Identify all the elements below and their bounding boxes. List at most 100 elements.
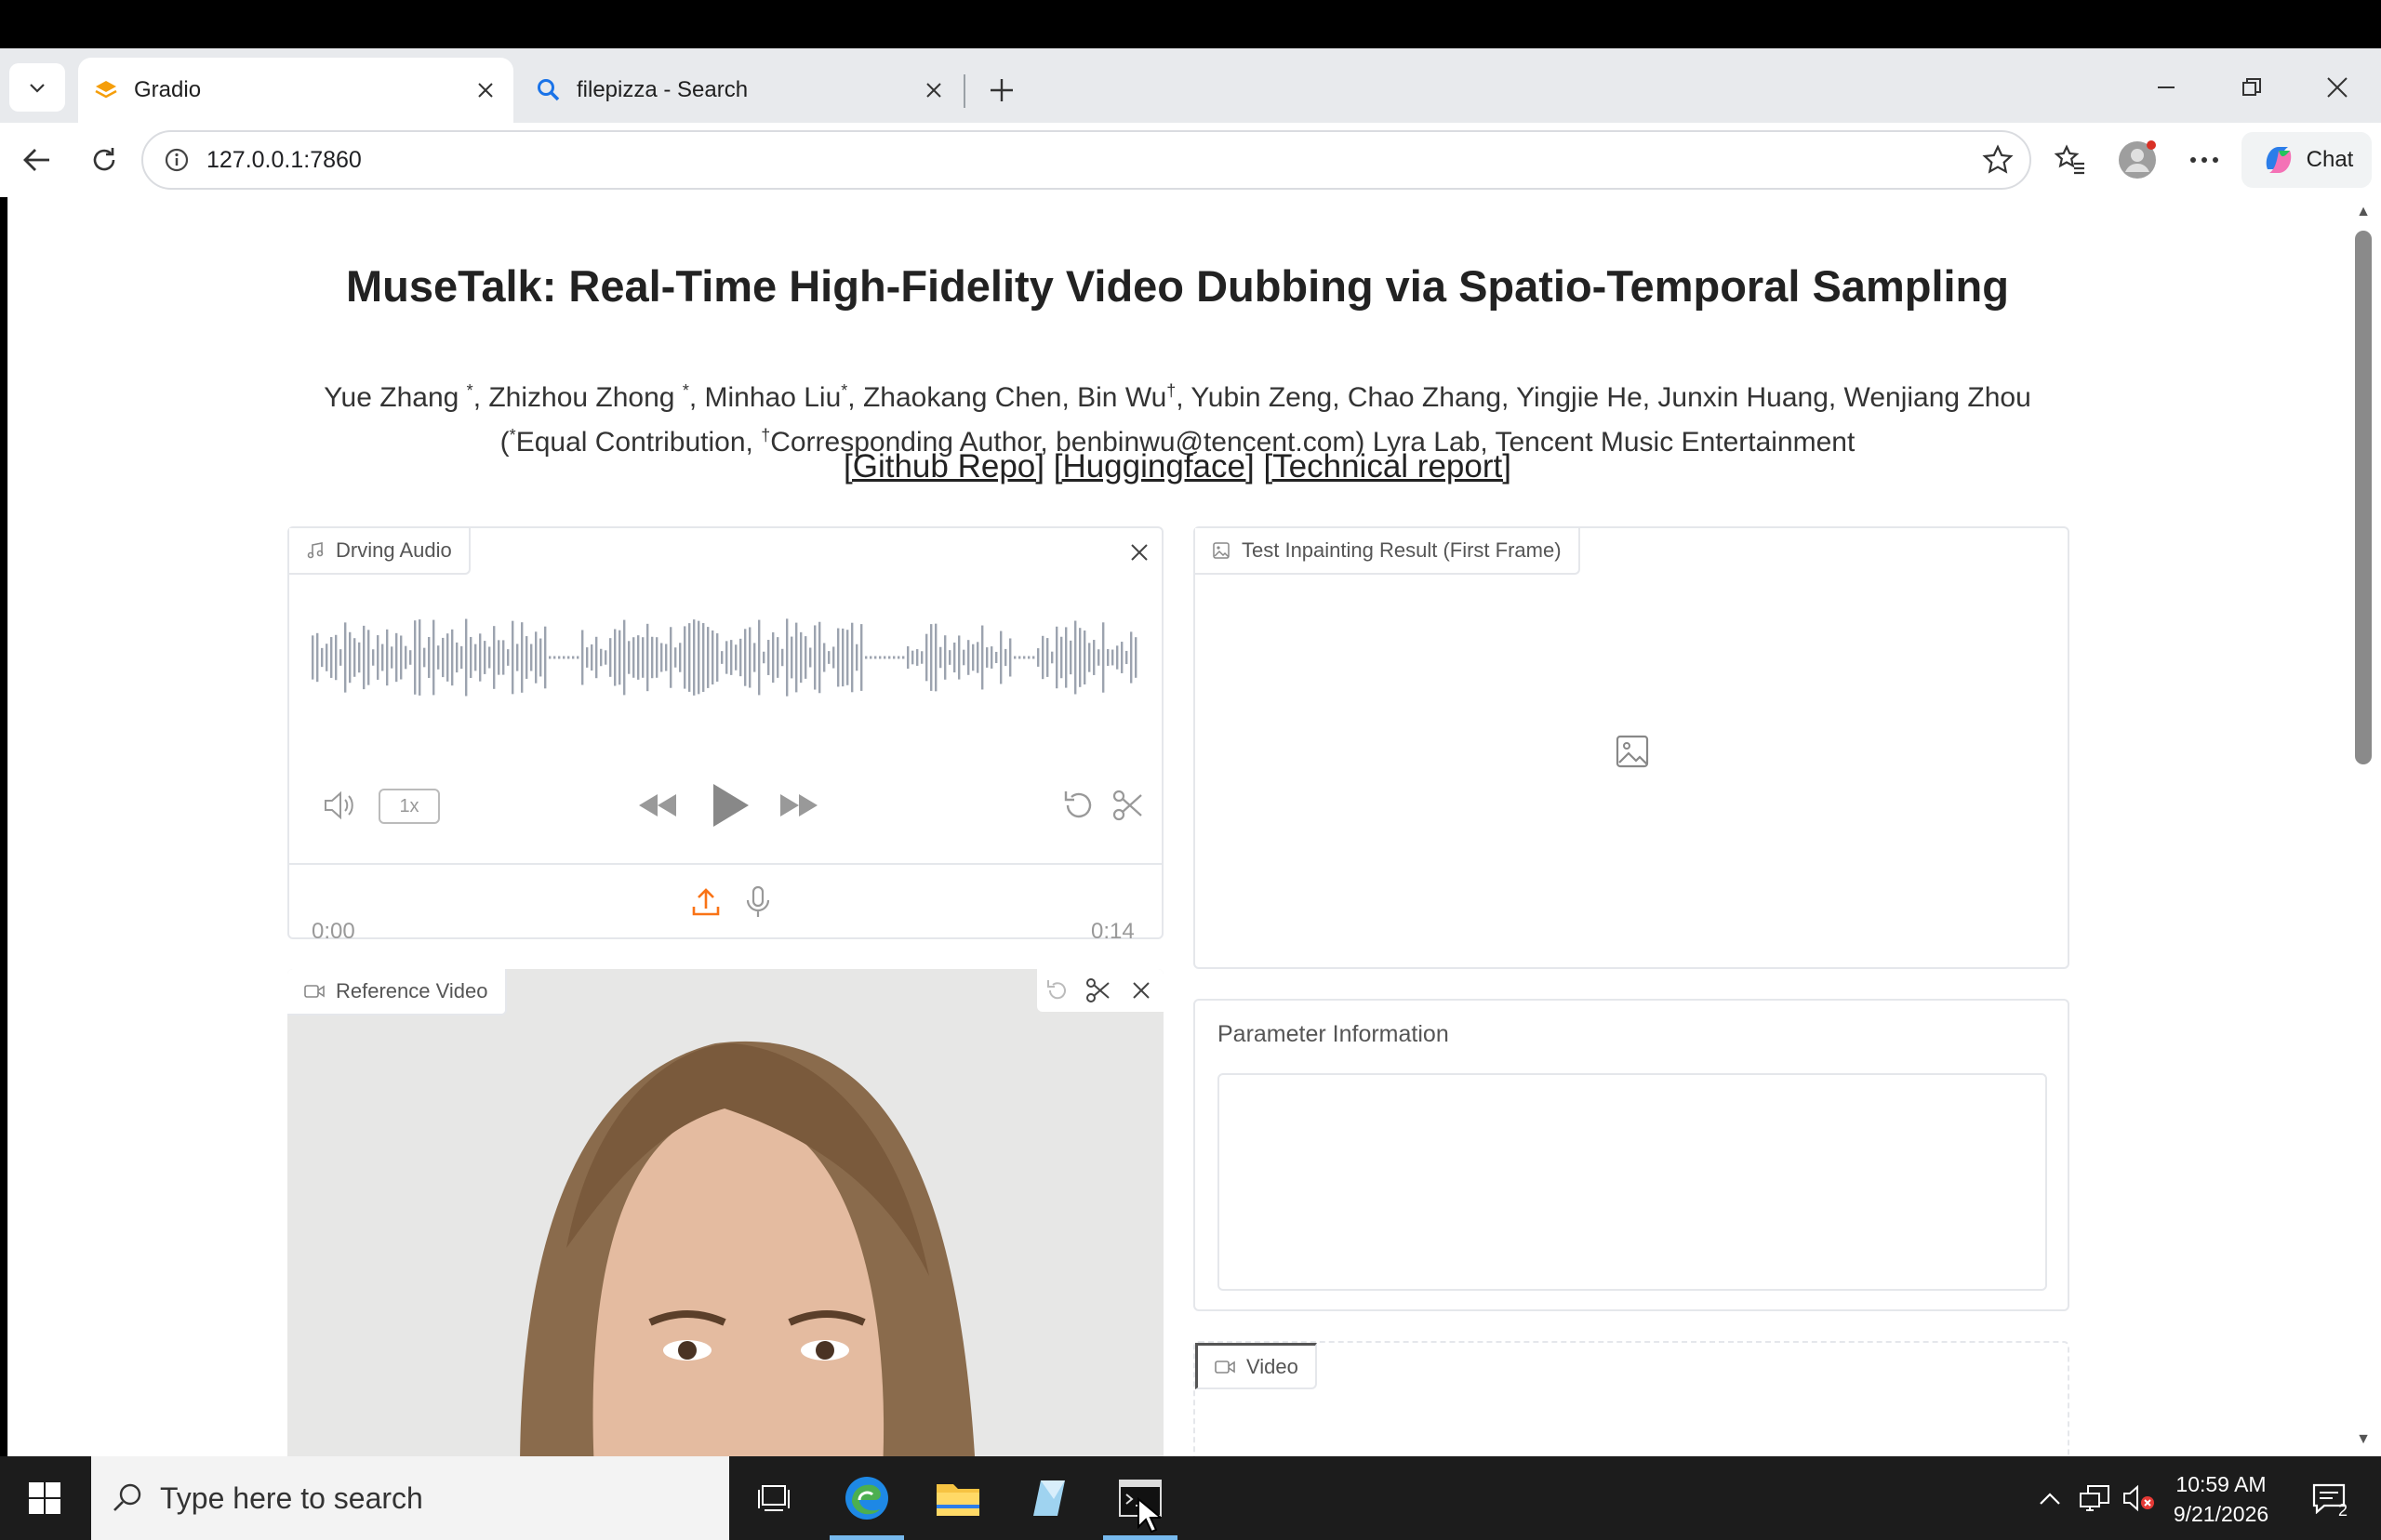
video-undo-button[interactable] — [1037, 970, 1078, 1011]
audio-waveform[interactable] — [312, 606, 1139, 709]
waveform-bar — [326, 644, 328, 671]
tab-filepizza-search[interactable]: filepizza - Search — [521, 58, 962, 123]
waveform-bar — [423, 647, 426, 668]
copilot-chat-button[interactable]: Chat — [2241, 132, 2372, 188]
profile-button[interactable] — [2111, 134, 2163, 186]
waveform-bar — [1070, 640, 1072, 675]
windows-logo-icon — [29, 1482, 60, 1514]
waveform-bar — [367, 630, 370, 685]
inpaint-label-text: Test Inpainting Result (First Frame) — [1242, 538, 1562, 562]
close-tab-icon[interactable] — [467, 72, 504, 109]
waveform-bar — [456, 642, 459, 673]
task-view-button[interactable] — [729, 1456, 818, 1540]
settings-more-button[interactable] — [2178, 134, 2230, 186]
plus-icon — [991, 79, 1013, 101]
action-center-button[interactable]: 2 — [2303, 1456, 2355, 1540]
waveform-bar — [609, 638, 612, 677]
mouse-cursor-icon — [1137, 1497, 1161, 1533]
waveform-bar — [1032, 656, 1035, 659]
address-bar[interactable]: 127.0.0.1:7860 — [141, 130, 2031, 190]
waveform-bar — [498, 640, 500, 675]
more-horizontal-icon — [2190, 157, 2218, 163]
waveform-bar — [818, 621, 821, 694]
play-button[interactable] — [704, 779, 756, 831]
favorites-button[interactable] — [2044, 134, 2096, 186]
restore-button[interactable] — [2210, 63, 2294, 112]
waveform-bar — [832, 646, 835, 669]
fast-forward-icon — [780, 794, 818, 816]
parameter-information-textbox[interactable] — [1217, 1073, 2047, 1291]
favorite-star-icon[interactable] — [1977, 139, 2018, 180]
taskbar-file-explorer[interactable] — [913, 1456, 1003, 1540]
waveform-bar — [381, 644, 384, 671]
taskbar-app[interactable] — [1004, 1456, 1094, 1540]
record-audio-button[interactable] — [738, 882, 778, 923]
volume-button[interactable] — [319, 785, 360, 826]
chevron-down-icon — [30, 84, 45, 93]
waveform-bar — [879, 656, 882, 659]
scrollbar-thumb[interactable] — [2355, 231, 2372, 764]
waveform-bar — [488, 646, 491, 669]
trim-button[interactable] — [1108, 785, 1149, 826]
tab-title: filepizza - Search — [577, 77, 749, 102]
waveform-bar — [1042, 635, 1044, 680]
waveform-bar — [1084, 630, 1086, 685]
waveform-bar — [525, 636, 528, 679]
waveform-bar — [1004, 648, 1007, 667]
volume-tray-button[interactable] — [2121, 1456, 2158, 1540]
huggingface-link[interactable]: [Huggingface] — [1054, 448, 1255, 485]
waveform-bar — [344, 622, 347, 693]
tab-title: Gradio — [134, 77, 202, 102]
minimize-button[interactable] — [2124, 63, 2208, 112]
technical-report-link[interactable]: [Technical report] — [1263, 448, 1511, 485]
rewind-button[interactable] — [637, 785, 678, 826]
waveform-bar — [507, 649, 510, 666]
show-hidden-icons-button[interactable] — [2033, 1456, 2067, 1540]
upload-audio-button[interactable] — [685, 882, 726, 923]
waveform-bar — [1107, 649, 1110, 666]
waveform-bar — [935, 623, 938, 692]
waveform-bar — [1028, 656, 1031, 659]
waveform-bar — [995, 651, 998, 664]
waveform-bar — [479, 633, 482, 682]
scroll-down-arrow-icon[interactable]: ▼ — [2354, 1430, 2373, 1449]
close-tab-icon[interactable] — [915, 72, 952, 109]
reference-video-frame[interactable] — [287, 969, 1164, 1456]
undo-button[interactable] — [1057, 785, 1098, 826]
network-tray-button[interactable] — [2076, 1456, 2113, 1540]
tab-list-button[interactable] — [9, 63, 65, 112]
scroll-up-arrow-icon[interactable]: ▲ — [2354, 203, 2373, 221]
waveform-bar — [795, 622, 798, 693]
github-repo-link[interactable]: [Github Repo] — [844, 448, 1044, 485]
waveform-bar — [805, 636, 807, 679]
new-tab-button[interactable] — [978, 67, 1025, 113]
waveform-bar — [405, 645, 407, 670]
waveform-bar — [916, 649, 919, 666]
waveform-bar — [800, 631, 803, 684]
waveform-bar — [837, 628, 840, 687]
page-viewport: MuseTalk: Real-Time High-Fidelity Video … — [7, 197, 2346, 1456]
clear-video-button[interactable] — [1121, 970, 1162, 1011]
tab-gradio[interactable]: Gradio — [78, 58, 513, 123]
taskbar-terminal[interactable] — [1096, 1456, 1185, 1540]
reload-button[interactable] — [78, 134, 130, 186]
waveform-bar — [470, 636, 472, 679]
waveform-bar — [567, 656, 570, 659]
taskbar-search-box[interactable]: Type here to search — [91, 1456, 729, 1540]
waveform-bar — [549, 656, 552, 659]
waveform-bar — [665, 644, 668, 671]
page-scrollbar[interactable]: ▲ ▼ — [2346, 197, 2381, 1456]
back-button[interactable] — [11, 134, 63, 186]
taskbar-clock[interactable]: 10:59 AM 9/21/2026 — [2163, 1469, 2279, 1529]
play-icon — [713, 784, 749, 827]
playback-speed-button[interactable]: 1x — [379, 789, 440, 824]
video-trim-button[interactable] — [1078, 970, 1119, 1011]
taskbar-edge[interactable] — [822, 1456, 911, 1540]
author-text: , Minhao Liu — [688, 382, 842, 413]
start-button[interactable] — [0, 1456, 89, 1540]
site-info-icon[interactable] — [160, 143, 193, 177]
clear-audio-button[interactable] — [1119, 532, 1160, 573]
waveform-bar — [730, 640, 733, 675]
fast-forward-button[interactable] — [778, 785, 819, 826]
close-window-button[interactable] — [2295, 63, 2379, 112]
